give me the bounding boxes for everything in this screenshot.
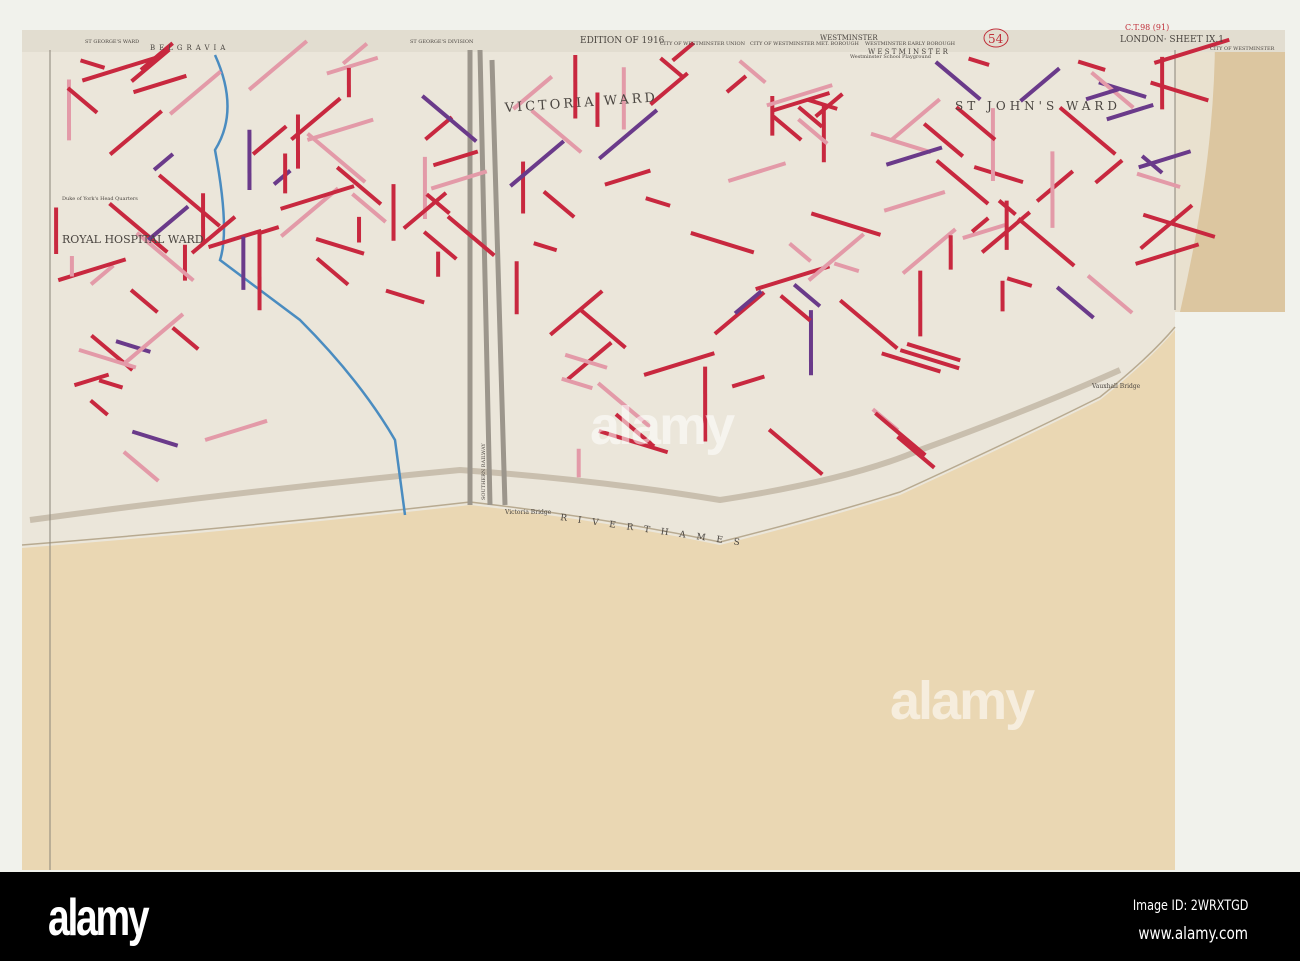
image-id: Image ID: 2WRXTGD — [1132, 898, 1249, 914]
watermark: alamy — [890, 671, 1035, 731]
sheet-number-stamp: 54 — [988, 32, 1004, 46]
header-label: CITY OF WESTMINSTER MET. BOROUGH — [750, 41, 859, 47]
edition-label: EDITION OF 1916 — [580, 36, 665, 46]
ward-label-royal-hospital: ROYAL HOSPITAL WARD — [62, 233, 204, 246]
ward-label-st-johns: ST JOHN'S WARD — [955, 99, 1121, 113]
footer-bar: alamy Image ID: 2WRXTGD www.alamy.com — [0, 872, 1300, 961]
header-label: ST GEORGE'S DIVISION — [410, 39, 474, 45]
place-duke-of-york: Duke of York's Head Quarters — [62, 196, 138, 202]
victoria-bridge-label: Victoria Bridge — [504, 509, 552, 516]
sheet-label: LONDON· SHEET IX.1 — [1120, 35, 1224, 45]
header-label: CITY OF WESTMINSTER UNION — [660, 41, 746, 47]
watermark: alamy — [590, 396, 735, 456]
site-url[interactable]: www.alamy.com — [1138, 924, 1248, 944]
alamy-logo: alamy — [48, 889, 150, 947]
vauxhall-bridge-label: Vauxhall Bridge — [1091, 383, 1141, 390]
header-label: ST GEORGE'S WARD — [85, 39, 139, 45]
place-school: Westminster School Playground — [850, 54, 932, 60]
header-label: WESTMINSTER EARLY BOROUGH — [865, 41, 956, 47]
header-label: CITY OF WESTMINSTER — [1210, 46, 1275, 52]
header-label: BELGRAVIA — [150, 44, 229, 52]
railway-label: SOUTHERN RAILWAY — [481, 443, 487, 500]
catalogue-mark: C.T.98 (91) — [1125, 23, 1169, 32]
